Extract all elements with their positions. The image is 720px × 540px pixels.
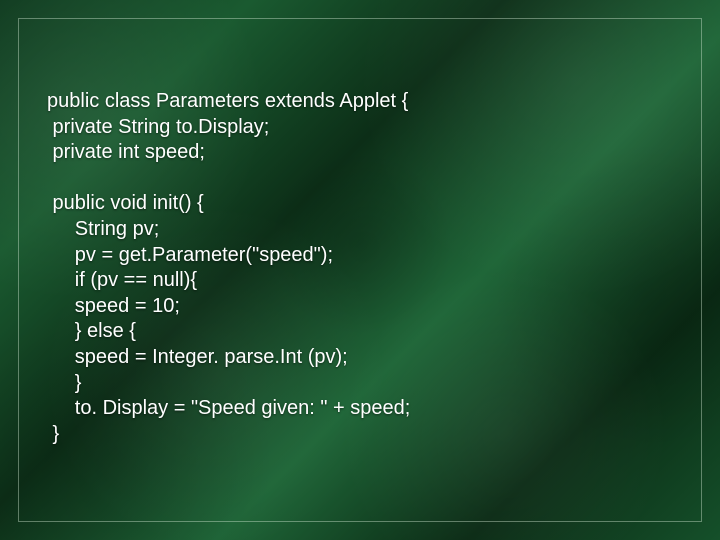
code-line: pv = get.Parameter("speed"); (47, 244, 333, 266)
code-line: private int speed; (47, 141, 205, 163)
code-line: private String to.Display; (47, 116, 269, 138)
code-line: public void init() { (47, 192, 204, 214)
code-block: public class Parameters extends Applet {… (47, 89, 681, 447)
code-line: speed = 10; (47, 295, 180, 317)
code-line: } (47, 372, 81, 394)
code-line: to. Display = "Speed given: " + speed; (47, 397, 410, 419)
code-line: speed = Integer. parse.Int (pv); (47, 346, 348, 368)
code-line: } else { (47, 320, 136, 342)
code-line: if (pv == null){ (47, 269, 197, 291)
code-line: String pv; (47, 218, 159, 240)
code-line: } (47, 423, 59, 445)
slide-frame: public class Parameters extends Applet {… (18, 18, 702, 522)
code-line: public class Parameters extends Applet { (47, 90, 408, 112)
